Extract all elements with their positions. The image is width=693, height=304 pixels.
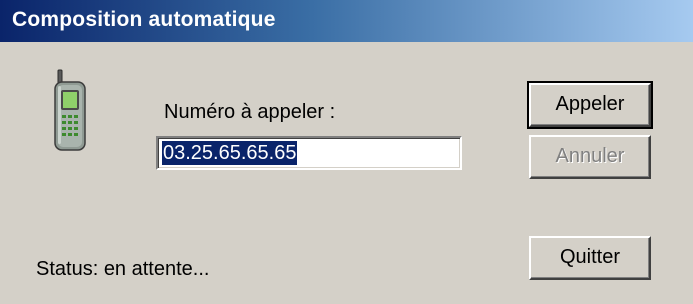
- number-label: Numéro à appeler :: [164, 101, 336, 123]
- mobile-phone-icon: [52, 68, 88, 152]
- cancel-button[interactable]: Annuler: [529, 135, 651, 179]
- dialog-window: Composition automatique Numéro à appeler…: [0, 0, 693, 304]
- status-text: Status: en attente...: [36, 258, 210, 280]
- quit-button[interactable]: Quitter: [529, 236, 651, 280]
- phone-number-value: 03.25.65.65.65: [162, 141, 298, 165]
- title-bar[interactable]: Composition automatique: [0, 0, 693, 42]
- call-button[interactable]: Appeler: [527, 81, 653, 129]
- window-title: Composition automatique: [12, 8, 276, 31]
- phone-number-input[interactable]: 03.25.65.65.65: [156, 136, 462, 170]
